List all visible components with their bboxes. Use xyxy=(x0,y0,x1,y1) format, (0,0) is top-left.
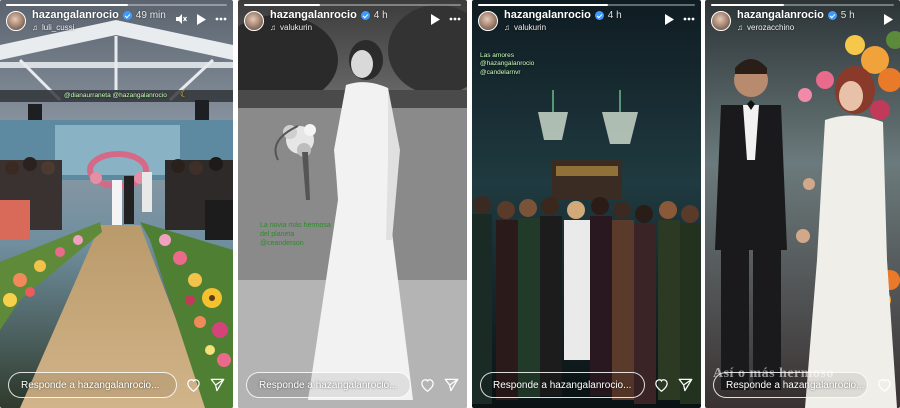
story-4-watermark: Así o más hermoso xyxy=(713,366,834,381)
story-card-2[interactable]: La novia más hermosa del planeta @ceande… xyxy=(238,0,467,408)
story-music-credit[interactable]: valukurin xyxy=(514,24,546,32)
more-icon[interactable] xyxy=(215,13,227,25)
story-music-credit[interactable]: luli_cussi xyxy=(42,24,74,32)
story-music-credit[interactable]: verozacchino xyxy=(747,24,794,32)
story-4-header: hazangalanrocio 5 h ♫ verozacchino xyxy=(711,10,894,38)
story-3-progress xyxy=(478,4,695,6)
send-icon[interactable] xyxy=(209,377,225,393)
story-4-photo xyxy=(705,0,900,408)
story-3-footer: Responde a hazangalanrocio... xyxy=(480,372,693,398)
profile-avatar[interactable] xyxy=(244,11,264,31)
mute-icon[interactable] xyxy=(175,13,187,25)
story-music-credit[interactable]: valukurin xyxy=(280,24,312,32)
heart-icon[interactable] xyxy=(653,377,669,393)
story-username[interactable]: hazangalanrocio xyxy=(504,10,591,21)
story-card-1[interactable]: @dianaurraneta @hazangalanrocio ☾ hazang… xyxy=(0,0,233,408)
send-icon[interactable] xyxy=(677,377,693,393)
story-2-caption: La novia más hermosa del planeta @ceande… xyxy=(260,222,331,248)
story-3-header: hazangalanrocio 4 h ♫ valukurin xyxy=(478,10,695,38)
story-3-mention-text: Las amores @hazangalanrocio @candelarnvr xyxy=(480,52,534,77)
verified-badge-icon xyxy=(360,11,370,20)
heart-icon[interactable] xyxy=(419,377,435,393)
reply-input[interactable]: Responde a hazangalanrocio... xyxy=(480,372,645,398)
caption-line-1: La novia más hermosa xyxy=(260,222,331,229)
reply-input[interactable]: Responde a hazangalanrocio... xyxy=(8,372,177,398)
story-time: 4 h xyxy=(373,9,388,21)
heart-icon[interactable] xyxy=(185,377,201,393)
story-4-progress xyxy=(711,4,894,6)
heart-icon[interactable] xyxy=(876,377,892,393)
send-icon[interactable] xyxy=(443,377,459,393)
story-1-footer: Responde a hazangalanrocio... xyxy=(8,372,225,398)
story-card-3[interactable]: Las amores @hazangalanrocio @candelarnvr… xyxy=(472,0,701,408)
story-username[interactable]: hazangalanrocio xyxy=(270,10,357,21)
story-2-footer: Responde a hazangalanrocio... xyxy=(246,372,459,398)
overlay-line-3[interactable]: @candelarnvr xyxy=(480,69,534,77)
music-icon: ♫ xyxy=(32,23,38,32)
play-icon[interactable] xyxy=(429,13,441,25)
reply-input[interactable]: Responde a hazangalanrocio... xyxy=(246,372,411,398)
profile-avatar[interactable] xyxy=(6,11,26,31)
play-icon[interactable] xyxy=(195,13,207,25)
profile-avatar[interactable] xyxy=(711,11,731,31)
music-icon: ♫ xyxy=(270,23,276,32)
play-icon[interactable] xyxy=(663,13,675,25)
story-1-header: hazangalanrocio 49 min ♫ luli_cussi xyxy=(6,10,227,38)
verified-badge-icon xyxy=(827,11,837,20)
music-icon: ♫ xyxy=(737,23,743,32)
story-card-4[interactable]: Así o más hermoso hazangalanrocio 5 h ♫ … xyxy=(705,0,900,408)
music-icon: ♫ xyxy=(504,23,510,32)
profile-avatar[interactable] xyxy=(478,11,498,31)
play-icon[interactable] xyxy=(882,13,894,25)
caption-line-2: del planeta xyxy=(260,230,295,238)
story-time: 49 min xyxy=(135,9,166,21)
caption-line-3[interactable]: @ceanderson xyxy=(260,240,331,249)
verified-badge-icon xyxy=(122,11,132,20)
story-1-photo xyxy=(0,0,233,408)
sparkle-sticker-icon: ☾ xyxy=(180,89,189,99)
story-username[interactable]: hazangalanrocio xyxy=(32,10,119,21)
story-time: 5 h xyxy=(840,9,855,21)
story-time: 4 h xyxy=(607,9,622,21)
story-1-mention-text: @dianaurraneta @hazangalanrocio xyxy=(64,92,167,99)
story-2-photo xyxy=(238,0,467,408)
story-2-progress xyxy=(244,4,461,6)
story-1-progress xyxy=(6,4,227,6)
more-icon[interactable] xyxy=(449,13,461,25)
story-username[interactable]: hazangalanrocio xyxy=(737,10,824,21)
story-2-header: hazangalanrocio 4 h ♫ valukurin xyxy=(244,10,461,38)
more-icon[interactable] xyxy=(683,13,695,25)
overlay-line-2[interactable]: @hazangalanrocio xyxy=(480,60,534,68)
verified-badge-icon xyxy=(594,11,604,20)
